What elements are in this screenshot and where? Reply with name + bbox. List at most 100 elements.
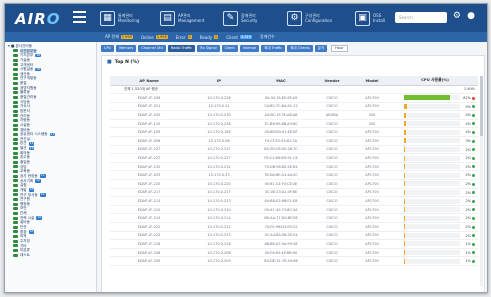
ap-name-cell[interactable]: EDAP-1F-223	[110, 231, 188, 241]
metric-button[interactable]: Memory	[116, 45, 137, 52]
table-row[interactable]: EDAP-4F-109 10.170.0.189 00:8D:B4:91:EE:8F…	[110, 127, 478, 138]
topnav-item[interactable]: ⚙ 구성관리 Configuration	[287, 9, 332, 27]
column-header[interactable]: MAC	[250, 76, 312, 86]
table-row[interactable]: EDAP-1F-036 10.170.0.226 00:00:7A:EE:6F:A9…	[110, 93, 478, 103]
cpu-usage-value: 2%	[465, 207, 471, 212]
mac-cell: 84:B8:02:6B:E1:E8	[250, 196, 312, 206]
ap-name-cell[interactable]: EDAP-4F-217	[110, 188, 188, 198]
topnav-item[interactable]: ▤ AP관리 Management	[160, 9, 204, 27]
cpu-usage-bar-track	[404, 215, 460, 221]
cpu-usage-cell: 2%	[392, 179, 478, 189]
table-row[interactable]: EDAP-4F-209 10.170.0.209 B4:DE:31:7E:A3:66…	[110, 256, 478, 266]
mac-cell: 00:00:7A:EE:6F:A9	[250, 93, 312, 103]
ap-name-cell[interactable]: EDAP-4F-213	[110, 196, 188, 206]
cpu-usage-bar	[404, 181, 406, 187]
ap-name-cell[interactable]: EDAP-4F-119	[110, 119, 188, 129]
metric-button[interactable]: Radio Traffic	[167, 45, 196, 52]
ap-name-cell[interactable]: EDAP-4F-227	[110, 153, 188, 163]
metric-button[interactable]: Channel Util	[138, 45, 166, 52]
cpu-usage-bar	[404, 172, 406, 178]
ip-cell: 10.170.0.209	[188, 256, 250, 266]
column-header[interactable]: AP Name	[110, 76, 188, 86]
topnav-item[interactable]: ▦ 통계관리 Monitoring	[100, 9, 139, 27]
ap-name-cell[interactable]: EDAP-1F-220	[110, 179, 188, 189]
cpu-usage-cell: 4%	[392, 110, 478, 120]
ap-name-cell[interactable]: EDAP-1F-033	[110, 170, 188, 181]
cpu-usage-bar	[404, 129, 407, 135]
table-row[interactable]: EDAP-1F-033 10.170.0.33 78:DA:6E:A1:4A:0C C…	[110, 170, 478, 181]
cpu-usage-value: 4%	[465, 113, 471, 118]
menu-toggle-icon[interactable]	[73, 11, 86, 23]
table-row[interactable]: EDAP-1F-237 10.170.0.237 84:3D:C6:00:28:7C…	[110, 145, 478, 155]
cpu-usage-bar-track	[404, 258, 460, 264]
model-cell: AP1700	[352, 136, 392, 146]
gear-icon[interactable]: ⚙	[453, 11, 461, 21]
table-row[interactable]: EDAP-1F-216 10.170.0.216 68:86:A7:5A:99:28…	[110, 239, 478, 249]
ap-name-cell[interactable]: EDAP-1F-214	[110, 213, 188, 223]
status-filter[interactable]: Error 0	[176, 35, 192, 40]
status-filter[interactable]: 장애건수	[260, 34, 275, 40]
cpu-usage-value: 82%	[463, 96, 471, 101]
user-icon[interactable]: ●	[467, 11, 475, 21]
ap-name-cell[interactable]: EDAP-1F-216	[110, 239, 188, 249]
table-row[interactable]: EDAP-1F-056 10.170.0.56 F4:CF:E2:54:81:3A C…	[110, 136, 478, 146]
metric-button[interactable]: 최대 Traffic	[261, 45, 286, 52]
status-count-badge: 5,999	[120, 35, 133, 39]
table-row[interactable]: EDAP-1F-220 10.170.0.220 00:81:C4:F0:CE:4E…	[110, 179, 478, 189]
column-header[interactable]: IP	[188, 76, 250, 86]
status-filter[interactable]: AP 전체 5,999	[105, 34, 133, 40]
cpu-usage-value: 2%	[465, 233, 471, 238]
search-input[interactable]: Search	[395, 12, 447, 23]
ap-name-cell[interactable]: EDAP-1F-210	[110, 205, 188, 215]
cpu-usage-cell: 5%	[392, 102, 478, 112]
table-row[interactable]: EDAP-1F-210 10.170.0.210 00:A7:42:73:8C:5A…	[110, 205, 478, 215]
table-row[interactable]: EDAP-4F-232 10.170.0.232 70:DB:98:80:2E:64…	[110, 162, 478, 172]
table-row[interactable]: EDAP-4F-206 10.170.0.206 00:F6:63:4E:6B:90…	[110, 248, 478, 258]
metric-button[interactable]: Rx Signal	[197, 45, 220, 52]
ap-name-cell[interactable]: EDAP-4F-206	[110, 248, 188, 258]
table-row[interactable]: EDAP-4F-119 10.170.0.238 7C:B8:90:8B:A3:6C…	[110, 119, 478, 129]
status-dot-icon	[472, 251, 475, 255]
metric-button[interactable]: Interval	[239, 45, 260, 52]
interval-select[interactable]: Hour	[331, 45, 348, 52]
table-row[interactable]: EDAP-4F-217 10.170.0.217 3C:0E:23:A1:4F:8E…	[110, 188, 478, 198]
ap-name-cell[interactable]: EDAP-4F-209	[110, 256, 188, 266]
vertical-scrollbar[interactable]	[480, 76, 483, 286]
table-row[interactable]: EDAP-4F-213 10.170.0.213 84:B8:02:6B:E1:E8…	[110, 196, 478, 206]
ap-name-cell[interactable]: EDAP-1F-036	[110, 93, 188, 103]
status-filter[interactable]: Ready 0	[200, 35, 219, 40]
table-row[interactable]: EDAP-1F-222 10.170.0.222 70:F0:96:D3:E9:22…	[110, 222, 478, 232]
metric-button[interactable]: CPU	[101, 45, 115, 52]
topnav-item[interactable]: ▣ OSS Install	[355, 9, 385, 27]
status-filter[interactable]: Client 4,319	[226, 35, 253, 40]
vendor-cell: ARUBA	[312, 110, 352, 120]
scrollbar-thumb[interactable]	[480, 76, 483, 136]
ap-name-cell[interactable]: EDAP-1F-030	[110, 110, 188, 120]
metric-button[interactable]: 최대 Clients	[287, 45, 313, 52]
table-row[interactable]: EDAP-1F-223 10.170.0.223 5C:A4:8A:56:2E:04…	[110, 231, 478, 241]
ap-name-cell[interactable]: EDAP-1F-056	[110, 136, 188, 146]
column-header[interactable]: CPU 사용률(%)	[392, 76, 478, 86]
table-row[interactable]: EDAP-1F-214 10.170.0.214 B0:AA:77:D0:BF:E8…	[110, 213, 478, 223]
model-cell: AP1700	[352, 231, 392, 241]
metric-button[interactable]: 분석	[314, 45, 328, 52]
status-filter[interactable]: Online 5,999	[141, 35, 168, 40]
ap-name-cell[interactable]: EDAP-1F-021	[110, 102, 188, 112]
app-logo[interactable]: AIRO	[15, 10, 61, 28]
mac-cell: CA:B2:7C:84:AC:22	[250, 102, 312, 112]
table-row[interactable]: EDAP-1F-030 10.170.0.230 A4:BC:1F:3E:A8:A8…	[110, 110, 478, 120]
tree-node[interactable]: 테스트	[8, 253, 96, 258]
ap-name-cell[interactable]: EDAP-4F-109	[110, 127, 188, 138]
table-row[interactable]: EDAP-4F-227 10.170.0.227 F8:C2:88:6D:91:C4…	[110, 153, 478, 163]
topnav-item[interactable]: ✎ 장애관리 Security	[223, 9, 257, 27]
table-row[interactable]: EDAP-1F-021 10.170.0.21 CA:B2:7C:84:AC:22 C…	[110, 102, 478, 112]
ap-name-cell[interactable]: EDAP-1F-222	[110, 222, 188, 232]
ap-name-cell[interactable]: EDAP-1F-237	[110, 145, 188, 155]
metric-button[interactable]: Client	[221, 45, 238, 52]
ap-name-cell[interactable]: EDAP-4F-232	[110, 162, 188, 172]
cpu-usage-label: 82%	[463, 96, 475, 100]
ip-cell: 10.170.0.227	[188, 153, 250, 163]
column-header[interactable]: Vendor	[312, 76, 352, 86]
column-header[interactable]: Model	[352, 76, 392, 86]
folder-icon	[13, 146, 18, 150]
